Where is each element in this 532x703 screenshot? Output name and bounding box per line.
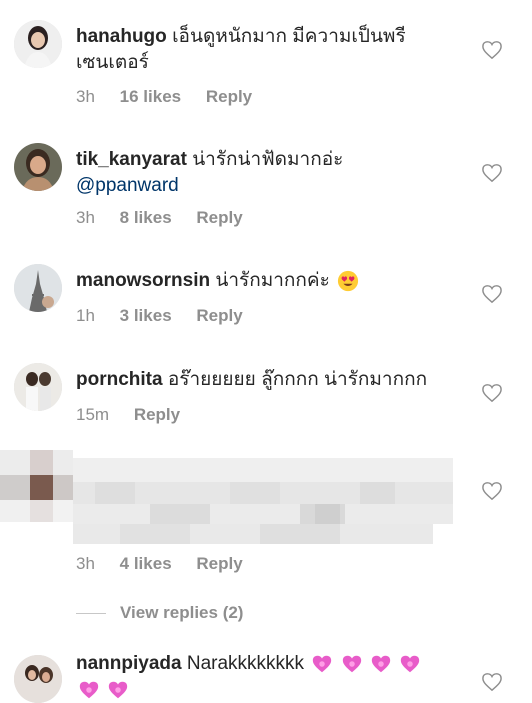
mention-link[interactable]: @ppanward: [76, 175, 179, 196]
reply-button[interactable]: Reply: [196, 208, 242, 227]
pink-heart-emoji: [313, 655, 332, 673]
username[interactable]: tik_kanyarat: [76, 149, 187, 170]
heart-outline-icon[interactable]: [481, 40, 503, 60]
pink-heart-emoji: [79, 681, 99, 699]
divider-line: [76, 613, 106, 615]
heart-outline-icon[interactable]: [481, 383, 503, 403]
reply-button[interactable]: Reply: [196, 554, 242, 573]
heart-outline-icon[interactable]: [481, 163, 503, 183]
avatar[interactable]: [14, 264, 62, 312]
avatar[interactable]: [14, 363, 62, 411]
pink-heart-emoji: [401, 655, 420, 673]
username[interactable]: nannpiyada: [76, 653, 182, 674]
comment-text: manowsornsin น่ารักมากกค่ะ: [76, 268, 456, 294]
pink-heart-emoji: [371, 655, 391, 673]
comment-body: น่ารักมากกค่ะ: [215, 270, 330, 291]
likes-count[interactable]: 8 likes: [120, 208, 172, 227]
comment-time: 1h: [76, 306, 95, 325]
comment-meta: 3h 8 likes Reply: [76, 208, 263, 228]
heart-eyes-emoji: [338, 270, 359, 292]
pink-heart-emoji: [109, 681, 128, 699]
likes-count[interactable]: 3 likes: [120, 306, 172, 325]
comment-time: 3h: [76, 554, 95, 573]
heart-outline-icon[interactable]: [481, 481, 503, 501]
username[interactable]: manowsornsin: [76, 270, 210, 291]
comment-text: nannpiyada Narakkkkkkkk: [76, 651, 456, 703]
comment-body: Narakkkkkkkk: [186, 653, 305, 674]
heart-outline-icon[interactable]: [481, 672, 503, 692]
view-replies-label: View replies (2): [120, 603, 244, 622]
comment-body: น่ารักน่าฟัดมากอ่ะ: [192, 149, 344, 170]
pixelated-comment: [0, 450, 453, 544]
comment-time: 15m: [76, 405, 110, 424]
comment-text: pornchita อร๊ายยยยย ลู๊กกกก น่ารักมากกก: [76, 367, 456, 393]
comment-text: tik_kanyarat น่ารักน่าฟัดมากอ่ะ @ppanwar…: [76, 147, 456, 199]
reply-button[interactable]: Reply: [206, 87, 252, 106]
heart-outline-icon[interactable]: [481, 284, 503, 304]
username[interactable]: hanahugo: [76, 26, 167, 47]
comment-body: อร๊ายยยยย ลู๊กกกก น่ารักมากกก: [167, 369, 428, 390]
likes-count[interactable]: 16 likes: [120, 87, 181, 106]
avatar[interactable]: [14, 20, 62, 68]
comment-meta: 1h 3 likes Reply: [76, 306, 263, 326]
likes-count[interactable]: 4 likes: [120, 554, 172, 573]
avatar[interactable]: [14, 143, 62, 191]
view-replies-button[interactable]: View replies (2): [76, 603, 243, 623]
comment-meta: 3h 4 likes Reply: [76, 554, 263, 574]
pink-heart-emoji: [342, 655, 361, 673]
comment-meta: 3h 16 likes Reply: [76, 87, 272, 107]
comment-time: 3h: [76, 87, 95, 106]
comment-text: hanahugo เอ็นดูหนักมาก มีความเป็นพรีเซนเ…: [76, 24, 456, 76]
comment-time: 3h: [76, 208, 95, 227]
reply-button[interactable]: Reply: [196, 306, 242, 325]
reply-button[interactable]: Reply: [134, 405, 180, 424]
username[interactable]: pornchita: [76, 369, 163, 390]
comment-meta: 15m Reply: [76, 405, 200, 425]
